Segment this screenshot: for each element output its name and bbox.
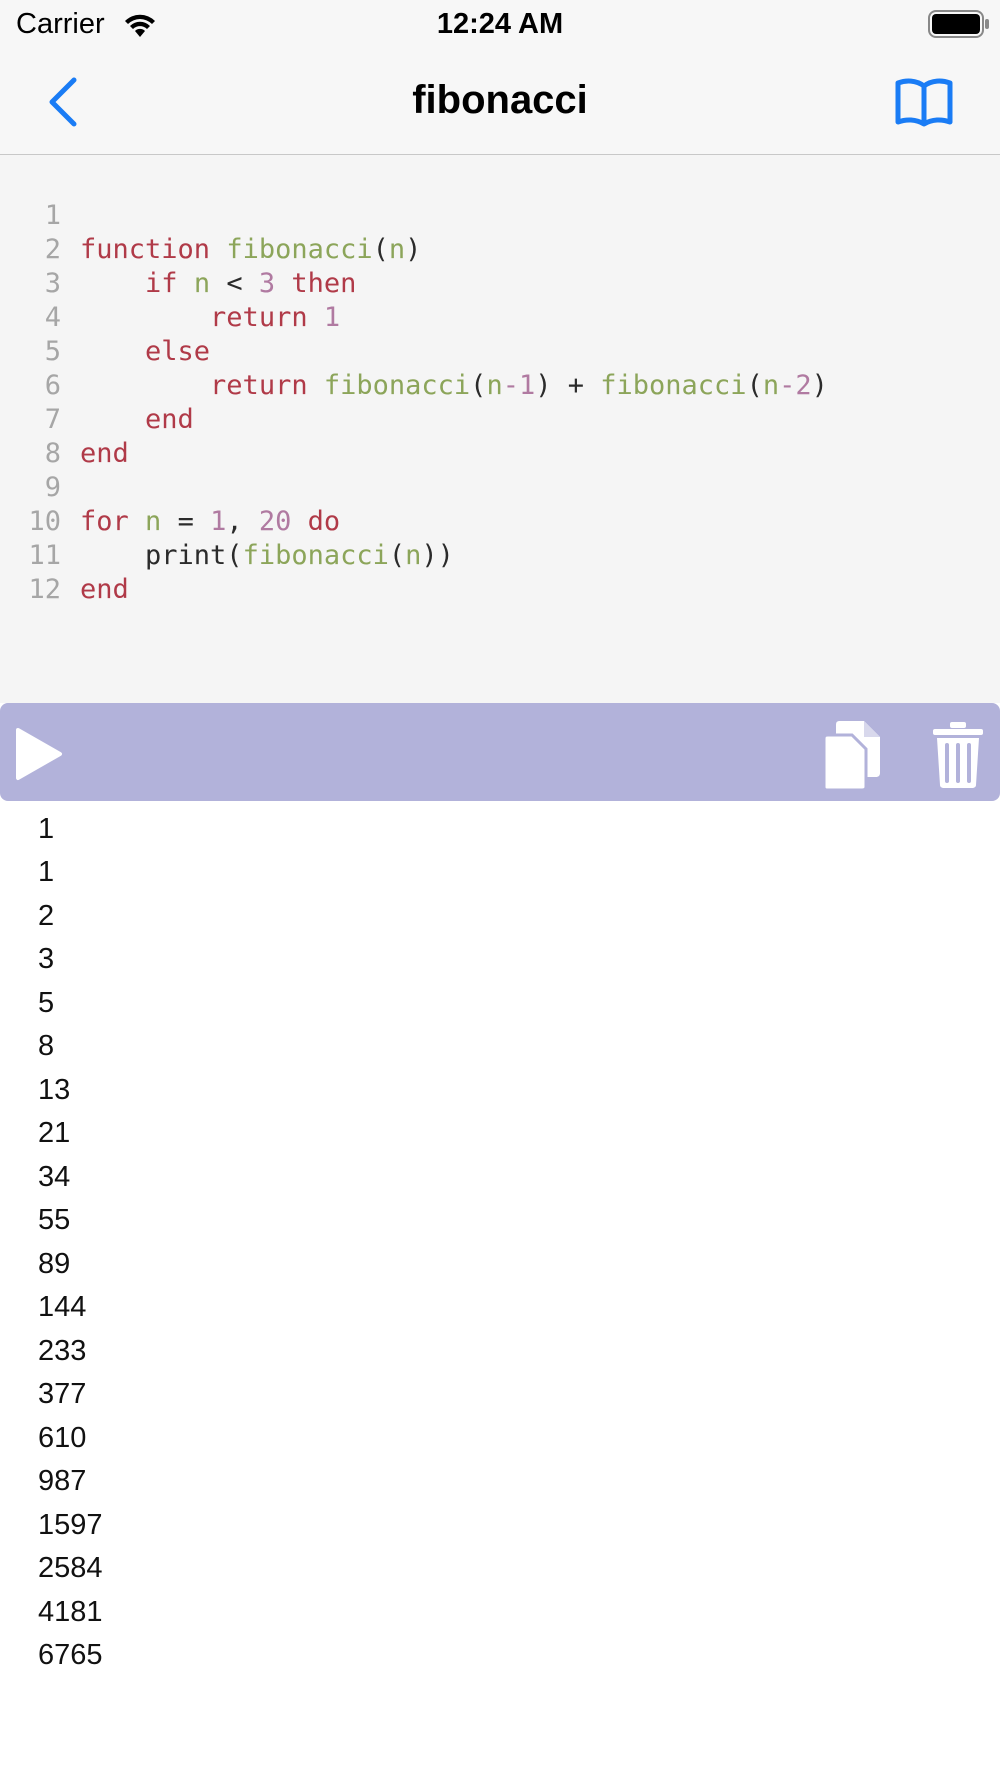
code-line: 7 end (0, 369, 1000, 469)
output-line: 89 (38, 1248, 71, 1280)
trash-icon[interactable] (930, 721, 986, 789)
output-line: 2584 (38, 1552, 103, 1584)
code-line: 3 return 1 (0, 233, 1000, 333)
output-line: 5 (38, 987, 55, 1019)
output-line: 1 (38, 813, 55, 845)
output-line: 8 (38, 1030, 55, 1062)
clock-time: 12:24 AM (436, 8, 564, 40)
code-line: 5 return fibonacci(n-1) + fibonacci(n-2) (0, 301, 1000, 401)
output-line: 55 (38, 1204, 71, 1236)
output-line: 3 (38, 943, 55, 975)
code-line: 10 print(fibonacci(n)) (0, 471, 1000, 571)
output-line: 2 (38, 900, 55, 932)
code-line: 2 if n < 3 then (0, 199, 1000, 299)
code-line: 1 function fibonacci(n) (0, 165, 1000, 265)
battery-icon (928, 10, 989, 38)
output-line: 987 (38, 1465, 87, 1497)
code-editor[interactable]: 1 function fibonacci(n) 2 if n < 3 then … (0, 155, 1000, 703)
play-icon[interactable] (14, 727, 64, 781)
output-line: 13 (38, 1074, 71, 1106)
output-line: 21 (38, 1117, 71, 1149)
page-title: fibonacci (412, 78, 588, 122)
code-line: 4 else (0, 267, 1000, 367)
output-line: 6765 (38, 1639, 103, 1671)
status-bar: Carrier 12:24 AM (0, 0, 1000, 50)
code-line: 6 end (0, 335, 1000, 435)
output-line: 4181 (38, 1596, 103, 1628)
output-line: 377 (38, 1378, 87, 1410)
book-icon[interactable] (894, 76, 954, 128)
code-line: 9 for n = 1, 20 do (0, 437, 1000, 537)
output-line: 144 (38, 1291, 87, 1323)
output-line: 34 (38, 1161, 71, 1193)
code-text: end (80, 574, 129, 605)
output-line: 1597 (38, 1509, 103, 1541)
code-line: 8 (0, 403, 1000, 469)
code-line: 11 end (0, 505, 1000, 605)
output-console: 1 1 2 3 5 8 13 21 34 55 89 144 233 377 6… (0, 801, 1000, 1778)
navigation-bar: fibonacci (0, 50, 1000, 155)
output-line: 1 (38, 856, 55, 888)
code-line: 12 (0, 539, 1000, 605)
output-line: 610 (38, 1422, 87, 1454)
copy-icon[interactable] (822, 715, 884, 791)
output-line: 233 (38, 1335, 87, 1367)
run-toolbar (0, 703, 1000, 801)
line-number: 12 (28, 574, 61, 605)
